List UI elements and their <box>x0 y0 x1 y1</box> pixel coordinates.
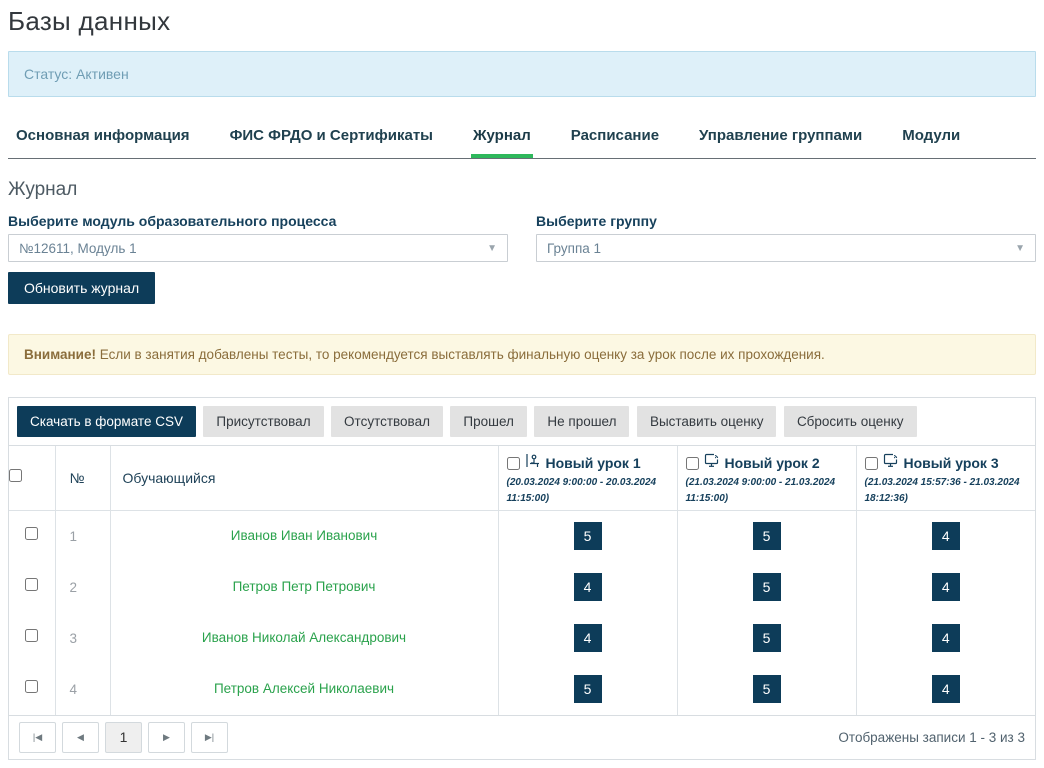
student-link[interactable]: Петров Петр Петрович <box>233 579 376 594</box>
present-button[interactable]: Присутствовал <box>203 406 323 437</box>
absent-button[interactable]: Отсутствовал <box>331 406 443 437</box>
table-row: 4 Петров Алексей Николаевич 5 5 4 <box>9 664 1035 715</box>
tab-bar: Основная информация ФИС ФРДО и Сертифика… <box>8 121 1036 159</box>
lesson-2-checkbox[interactable] <box>686 457 699 470</box>
grade-cell[interactable]: 5 <box>753 573 781 601</box>
passed-button[interactable]: Прошел <box>450 406 527 437</box>
group-select[interactable]: Группа 1 ▼ <box>536 234 1036 262</box>
chevron-down-icon: ▼ <box>1015 243 1025 254</box>
tab-journal[interactable]: Журнал <box>471 121 533 158</box>
tab-schedule[interactable]: Расписание <box>569 121 661 158</box>
group-select-label: Выберите группу <box>536 213 1036 229</box>
grid-toolbar: Скачать в формате CSV Присутствовал Отсу… <box>9 398 1035 446</box>
status-banner: Статус: Активен <box>8 51 1036 97</box>
grade-cell[interactable]: 4 <box>932 522 960 550</box>
row-number: 1 <box>55 511 110 562</box>
status-text: Статус: Активен <box>24 66 129 82</box>
lesson-2-column-header: Новый урок 2 (21.03.2024 9:00:00 - 21.03… <box>677 446 856 511</box>
number-column-header: № <box>55 446 110 511</box>
warning-banner: Внимание! Если в занятия добавлены тесты… <box>8 334 1036 375</box>
table-row: 3 Иванов Николай Александрович 4 5 4 <box>9 613 1035 664</box>
lesson-3-column-header: Новый урок 3 (21.03.2024 15:57:36 - 21.0… <box>856 446 1035 511</box>
grade-cell[interactable]: 4 <box>932 624 960 652</box>
student-link[interactable]: Иванов Иван Иванович <box>231 528 378 543</box>
lesson-title: Новый урок 2 <box>725 455 820 471</box>
lesson-1-checkbox[interactable] <box>507 457 520 470</box>
grade-cell[interactable]: 4 <box>574 573 602 601</box>
module-select[interactable]: №12611, Модуль 1 ▼ <box>8 234 508 262</box>
table-row: 1 Иванов Иван Иванович 5 5 4 <box>9 511 1035 562</box>
warning-bold: Внимание! <box>24 347 96 362</box>
select-all-checkbox[interactable] <box>9 469 22 482</box>
refresh-journal-button[interactable]: Обновить журнал <box>8 272 155 304</box>
student-link[interactable]: Петров Алексей Николаевич <box>214 681 394 696</box>
journal-filters: Выберите модуль образовательного процесс… <box>8 213 1036 262</box>
tab-fis-frdo[interactable]: ФИС ФРДО и Сертификаты <box>228 121 435 158</box>
grade-cell[interactable]: 5 <box>753 522 781 550</box>
pagination-info: Отображены записи 1 - 3 из 3 <box>838 730 1025 745</box>
prev-page-button[interactable]: ◀ <box>62 722 99 753</box>
grade-cell[interactable]: 4 <box>932 573 960 601</box>
row-checkbox[interactable] <box>25 629 38 642</box>
grade-cell[interactable]: 5 <box>753 624 781 652</box>
grade-cell[interactable]: 5 <box>574 675 602 703</box>
student-link[interactable]: Иванов Николай Александрович <box>202 630 406 645</box>
first-page-button[interactable]: |◀ <box>19 722 56 753</box>
not-passed-button[interactable]: Не прошел <box>534 406 629 437</box>
page-root: Базы данных Статус: Активен Основная инф… <box>0 0 1044 768</box>
group-select-value: Группа 1 <box>547 241 601 256</box>
row-number: 2 <box>55 562 110 613</box>
classroom-lesson-icon <box>525 453 541 473</box>
grade-cell[interactable]: 4 <box>932 675 960 703</box>
tab-modules[interactable]: Модули <box>900 121 962 158</box>
row-number: 4 <box>55 664 110 715</box>
row-checkbox[interactable] <box>25 578 38 591</box>
tab-main-info[interactable]: Основная информация <box>14 121 192 158</box>
chevron-down-icon: ▼ <box>487 243 497 254</box>
lesson-3-checkbox[interactable] <box>865 457 878 470</box>
grade-cell[interactable]: 5 <box>574 522 602 550</box>
set-grade-button[interactable]: Выставить оценку <box>637 406 777 437</box>
grade-cell[interactable]: 4 <box>574 624 602 652</box>
last-page-button[interactable]: ▶| <box>191 722 228 753</box>
lesson-dates: (20.03.2024 9:00:00 - 20.03.2024 11:15:0… <box>507 475 669 506</box>
journal-heading: Журнал <box>8 179 1036 201</box>
lesson-dates: (21.03.2024 9:00:00 - 21.03.2024 11:15:0… <box>686 475 848 506</box>
lesson-1-column-header: Новый урок 1 (20.03.2024 9:00:00 - 20.03… <box>498 446 677 511</box>
table-row: 2 Петров Петр Петрович 4 5 4 <box>9 562 1035 613</box>
journal-table: № Обучающийся <box>9 446 1035 715</box>
warning-text: Если в занятия добавлены тесты, то реком… <box>96 347 825 362</box>
page-1-button[interactable]: 1 <box>105 722 142 753</box>
webinar-lesson-icon <box>704 453 720 473</box>
lesson-title: Новый урок 1 <box>546 455 641 471</box>
page-title: Базы данных <box>8 6 1036 37</box>
journal-grid: Скачать в формате CSV Присутствовал Отсу… <box>8 397 1036 760</box>
pagination-bar: |◀ ◀ 1 ▶ ▶| Отображены записи 1 - 3 из 3 <box>9 715 1035 759</box>
download-csv-button[interactable]: Скачать в формате CSV <box>17 406 196 437</box>
grade-cell[interactable]: 5 <box>753 675 781 703</box>
student-column-header: Обучающийся <box>110 446 498 511</box>
row-number: 3 <box>55 613 110 664</box>
reset-grade-button[interactable]: Сбросить оценку <box>784 406 917 437</box>
lesson-dates: (21.03.2024 15:57:36 - 21.03.2024 18:12:… <box>865 475 1028 506</box>
table-header-row: № Обучающийся <box>9 446 1035 511</box>
module-select-value: №12611, Модуль 1 <box>19 241 137 256</box>
next-page-button[interactable]: ▶ <box>148 722 185 753</box>
webinar-lesson-icon <box>883 453 899 473</box>
row-checkbox[interactable] <box>25 527 38 540</box>
tab-groups[interactable]: Управление группами <box>697 121 864 158</box>
row-checkbox[interactable] <box>25 680 38 693</box>
lesson-title: Новый урок 3 <box>904 455 999 471</box>
module-select-label: Выберите модуль образовательного процесс… <box>8 213 508 229</box>
